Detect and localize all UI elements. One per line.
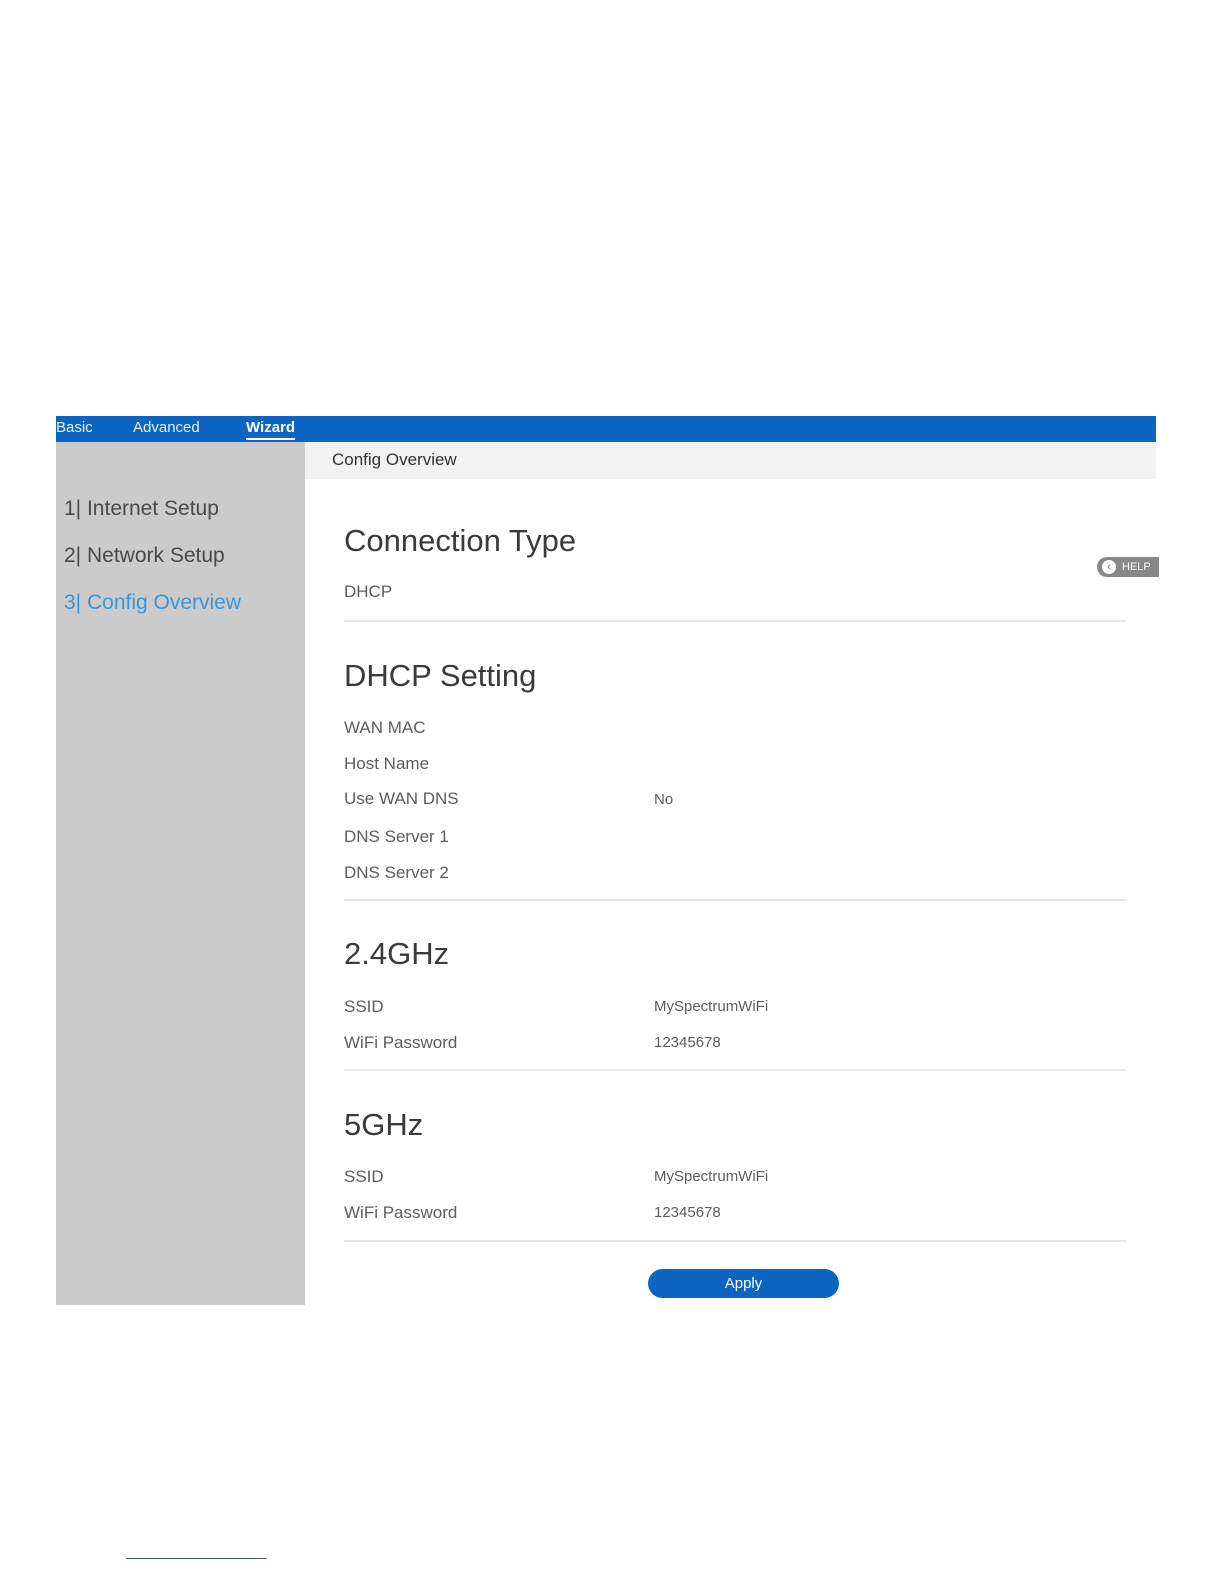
router-config-screen: Basic Advanced Wizard 1| Internet Setup … (56, 416, 1159, 1305)
panel-title: Config Overview (332, 450, 457, 469)
use-wan-dns-label: Use WAN DNS (344, 789, 459, 808)
ssid-5-value: MySpectrumWiFi (654, 1168, 769, 1185)
help-button[interactable]: ‹ HELP (1097, 557, 1159, 577)
section-divider (344, 899, 1126, 901)
wifi-password-24-value: 12345678 (654, 1034, 721, 1051)
tab-advanced[interactable]: Advanced (133, 418, 200, 438)
chevron-left-icon: ‹ (1102, 560, 1116, 574)
section-divider (344, 620, 1126, 622)
ssid-24-label: SSID (344, 997, 384, 1016)
section-divider (344, 1240, 1126, 1242)
host-name-label: Host Name (344, 754, 430, 773)
sidebar-step-internet-setup[interactable]: 1| Internet Setup (64, 497, 219, 521)
panel-header: Config Overview (305, 442, 1156, 479)
apply-button[interactable]: Apply (648, 1269, 839, 1298)
wifi-password-24-label: WiFi Password (344, 1033, 458, 1052)
sidebar-step-network-setup[interactable]: 2| Network Setup (64, 544, 225, 568)
connection-type-title: Connection Type (344, 523, 577, 558)
help-label: HELP (1122, 561, 1151, 573)
tab-basic[interactable]: Basic (56, 418, 93, 438)
ssid-5-label: SSID (344, 1167, 384, 1186)
footnote-rule (126, 1558, 267, 1559)
sidebar-step-config-overview[interactable]: 3| Config Overview (64, 591, 241, 615)
use-wan-dns-value: No (654, 791, 674, 808)
tab-wizard[interactable]: Wizard (246, 418, 296, 440)
wizard-steps-sidebar: 1| Internet Setup 2| Network Setup 3| Co… (56, 442, 305, 1305)
ssid-24-value: MySpectrumWiFi (654, 998, 769, 1015)
wan-mac-label: WAN MAC (344, 718, 426, 737)
dns-server-2-label: DNS Server 2 (344, 863, 449, 882)
dns-server-1-label: DNS Server 1 (344, 827, 449, 846)
dhcp-setting-title: DHCP Setting (344, 658, 537, 693)
wifi-password-5-value: 12345678 (654, 1204, 721, 1221)
connection-type-value: DHCP (344, 582, 393, 601)
top-navigation-bar: Basic Advanced Wizard (56, 416, 1156, 442)
section-divider (344, 1069, 1126, 1071)
band-24ghz-title: 2.4GHz (344, 936, 450, 971)
band-5ghz-title: 5GHz (344, 1107, 424, 1142)
wifi-password-5-label: WiFi Password (344, 1203, 458, 1222)
